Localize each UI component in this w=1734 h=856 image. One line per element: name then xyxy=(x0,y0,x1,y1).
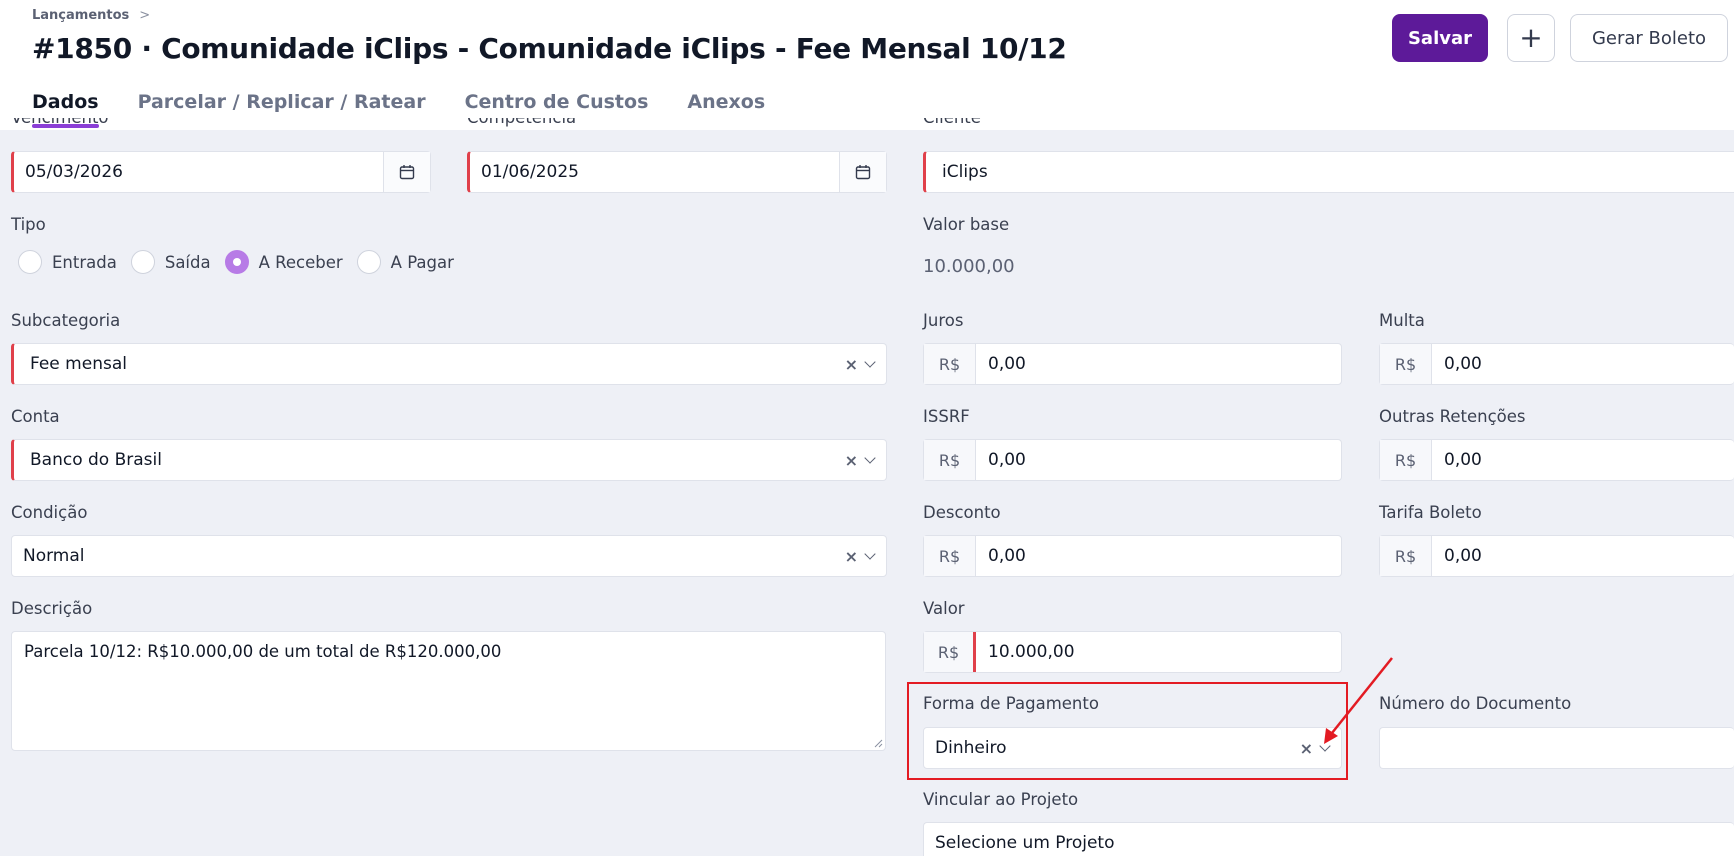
issrf-label: ISSRF xyxy=(923,407,970,426)
conta-label: Conta xyxy=(11,407,60,426)
currency-prefix: R$ xyxy=(1380,344,1432,384)
juros-value: 0,00 xyxy=(988,354,1026,374)
projeto-select[interactable]: Selecione um Projeto xyxy=(923,822,1734,856)
desconto-field[interactable]: R$ 0,00 xyxy=(923,535,1342,577)
valor-label: Valor xyxy=(923,599,965,618)
multa-field[interactable]: R$ 0,00 xyxy=(1379,343,1734,385)
tarifa-boleto-label: Tarifa Boleto xyxy=(1379,503,1482,522)
vencimento-label: Vencimento xyxy=(11,118,109,130)
tipo-radio-group: Entrada Saída A Receber A Pagar xyxy=(18,248,468,276)
competencia-label: Competência xyxy=(467,118,576,130)
radio-circle[interactable] xyxy=(130,250,155,274)
currency-prefix: R$ xyxy=(924,440,976,480)
tarifa-boleto-value: 0,00 xyxy=(1444,546,1482,566)
currency-prefix: R$ xyxy=(924,344,976,384)
breadcrumb-separator-icon: > xyxy=(139,8,151,23)
calendar-icon[interactable] xyxy=(839,152,886,192)
numero-documento-label: Número do Documento xyxy=(1379,694,1572,713)
conta-value: Banco do Brasil xyxy=(30,450,162,470)
clear-icon[interactable]: × xyxy=(845,451,858,470)
chevron-down-icon[interactable] xyxy=(864,548,876,560)
radio-entrada[interactable]: Entrada xyxy=(18,250,117,274)
currency-prefix: R$ xyxy=(924,536,976,576)
calendar-icon[interactable] xyxy=(383,152,430,192)
desconto-value: 0,00 xyxy=(988,546,1026,566)
breadcrumb[interactable]: Lançamentos > xyxy=(32,8,150,23)
radio-a-receber[interactable]: A Receber xyxy=(224,250,343,274)
annotation-highlight-box xyxy=(907,682,1348,780)
issrf-value: 0,00 xyxy=(988,450,1026,470)
tab-bar: Dados Parcelar / Replicar / Ratear Centr… xyxy=(32,90,804,130)
tarifa-boleto-field[interactable]: R$ 0,00 xyxy=(1379,535,1734,577)
outras-retencoes-field[interactable]: R$ 0,00 xyxy=(1379,439,1734,481)
subcategoria-value: Fee mensal xyxy=(30,354,127,374)
subcategoria-select[interactable]: Fee mensal × xyxy=(11,343,887,385)
multa-label: Multa xyxy=(1379,311,1425,330)
competencia-field[interactable]: 01/06/2025 xyxy=(467,151,887,193)
projeto-placeholder: Selecione um Projeto xyxy=(935,833,1115,853)
radio-circle[interactable] xyxy=(356,250,381,274)
valor-value: 10.000,00 xyxy=(988,642,1075,662)
save-button[interactable]: Salvar xyxy=(1392,14,1488,62)
breadcrumb-link[interactable]: Lançamentos xyxy=(32,8,129,23)
vencimento-value: 05/03/2026 xyxy=(25,162,123,182)
generate-boleto-button[interactable]: Gerar Boleto xyxy=(1570,14,1728,62)
juros-label: Juros xyxy=(923,311,964,330)
descricao-value: Parcela 10/12: R$10.000,00 de um total d… xyxy=(24,642,502,661)
chevron-down-icon[interactable] xyxy=(864,356,876,368)
competencia-value: 01/06/2025 xyxy=(481,162,579,182)
tipo-label: Tipo xyxy=(11,215,46,234)
clear-icon[interactable]: × xyxy=(845,355,858,374)
valor-base-label: Valor base xyxy=(923,215,1010,234)
vencimento-field[interactable]: 05/03/2026 xyxy=(11,151,431,193)
radio-circle-selected[interactable] xyxy=(224,250,249,274)
numero-documento-input[interactable] xyxy=(1379,727,1734,769)
tab-anexos[interactable]: Anexos xyxy=(687,90,765,130)
clear-icon[interactable]: × xyxy=(845,547,858,566)
juros-field[interactable]: R$ 0,00 xyxy=(923,343,1342,385)
currency-prefix: R$ xyxy=(1380,536,1432,576)
tab-parcelar[interactable]: Parcelar / Replicar / Ratear xyxy=(138,90,426,130)
cliente-value: iClips xyxy=(942,162,988,182)
radio-circle[interactable] xyxy=(18,250,42,274)
outras-retencoes-value: 0,00 xyxy=(1444,450,1482,470)
page-header: Lançamentos > #1850 · Comunidade iClips -… xyxy=(0,0,1734,130)
page-title: #1850 · Comunidade iClips - Comunidade i… xyxy=(32,32,1067,65)
resize-handle-icon[interactable] xyxy=(873,738,883,748)
cliente-field[interactable]: iClips xyxy=(923,151,1734,193)
valor-field[interactable]: R$ 10.000,00 xyxy=(923,631,1342,673)
currency-prefix: R$ xyxy=(924,632,976,672)
subcategoria-label: Subcategoria xyxy=(11,311,121,330)
condicao-label: Condição xyxy=(11,503,88,522)
cliente-label: Cliente xyxy=(923,118,981,130)
issrf-field[interactable]: R$ 0,00 xyxy=(923,439,1342,481)
condicao-select[interactable]: Normal × xyxy=(11,535,887,577)
chevron-down-icon[interactable] xyxy=(864,452,876,464)
radio-saida[interactable]: Saída xyxy=(130,250,211,274)
valor-base-value: 10.000,00 xyxy=(923,256,1015,277)
projeto-label: Vincular ao Projeto xyxy=(923,790,1079,809)
conta-select[interactable]: Banco do Brasil × xyxy=(11,439,887,481)
radio-a-pagar[interactable]: A Pagar xyxy=(356,250,454,274)
add-button[interactable]: + xyxy=(1507,14,1555,62)
outras-retencoes-label: Outras Retenções xyxy=(1379,407,1526,426)
annotation-arrow-icon xyxy=(1324,657,1393,744)
currency-prefix: R$ xyxy=(1380,440,1432,480)
multa-value: 0,00 xyxy=(1444,354,1482,374)
descricao-label: Descrição xyxy=(11,599,93,618)
descricao-textarea[interactable]: Parcela 10/12: R$10.000,00 de um total d… xyxy=(11,631,886,751)
condicao-value: Normal xyxy=(23,546,85,566)
desconto-label: Desconto xyxy=(923,503,1001,522)
